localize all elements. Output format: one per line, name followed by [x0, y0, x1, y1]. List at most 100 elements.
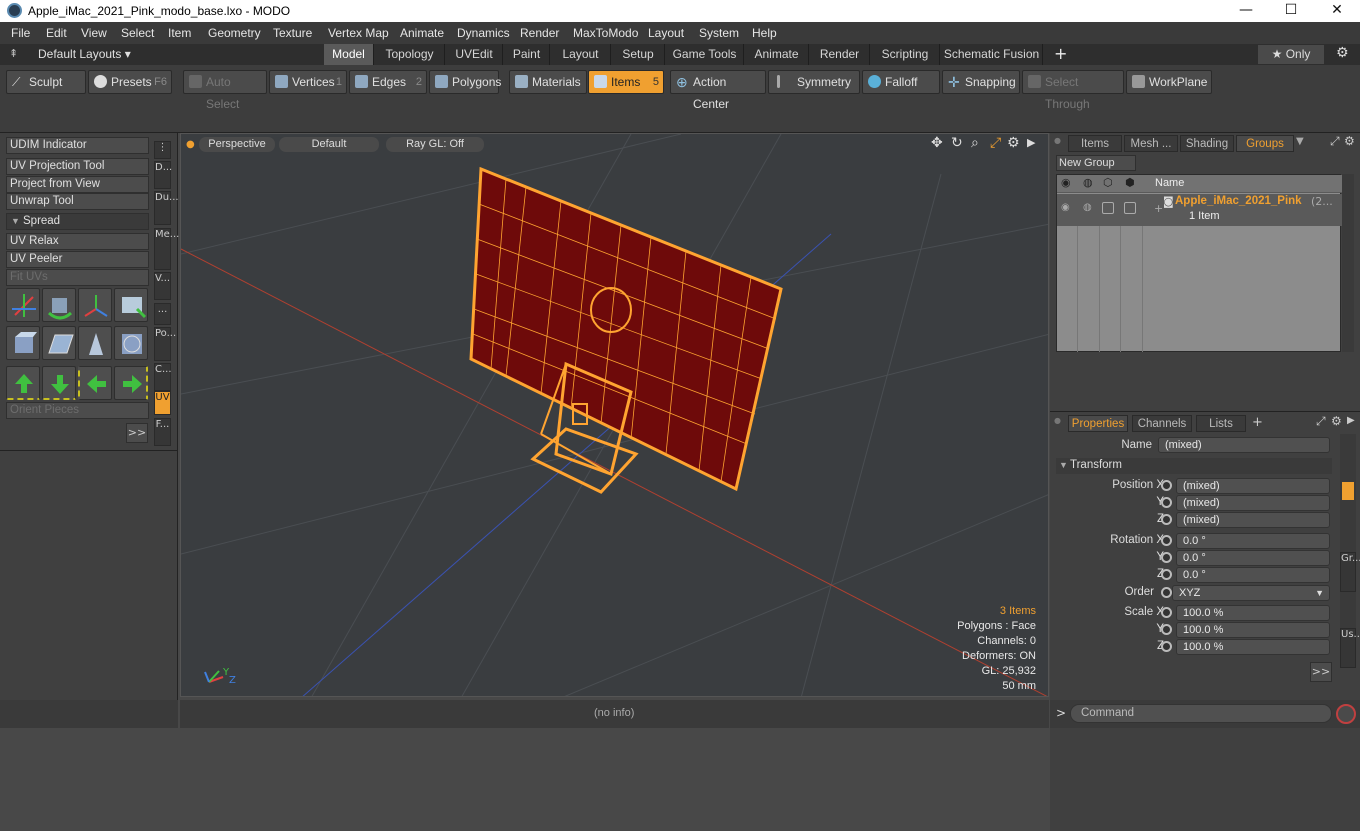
row-select-checkbox[interactable] — [1124, 202, 1136, 214]
uv-scale-icon[interactable] — [114, 288, 148, 322]
command-record-icon[interactable] — [1336, 704, 1356, 724]
side-tab-gr[interactable]: Gr... — [1340, 552, 1360, 592]
minimize-button[interactable]: — — [1223, 0, 1269, 22]
expand-plus-icon[interactable]: + — [1154, 202, 1163, 215]
side-tab-menu[interactable]: ⋮ — [154, 141, 171, 159]
menu-vertex-map[interactable]: Vertex Map — [328, 26, 389, 40]
materials-button[interactable]: Materials — [509, 70, 587, 94]
order-dropdown[interactable]: XYZ ▼ — [1172, 585, 1330, 601]
menu-layout[interactable]: Layout — [648, 26, 684, 40]
side-tab-f[interactable]: F... — [154, 418, 171, 446]
presets-button[interactable]: Presets F6 — [88, 70, 172, 94]
uv-peeler-button[interactable]: UV Peeler — [6, 251, 149, 268]
side-tab-dots[interactable]: ... — [154, 303, 171, 325]
viewport-settings-icon[interactable]: ⚙ — [1007, 135, 1020, 151]
fit-uvs-button[interactable]: Fit UVs — [6, 269, 149, 286]
rotation-y-field[interactable]: 0.0 ° — [1176, 550, 1330, 566]
spread-section[interactable]: ▼ Spread — [6, 213, 149, 230]
tab-shading[interactable]: Shading — [1180, 135, 1234, 152]
tab-animate[interactable]: Animate — [745, 44, 809, 65]
position-x-anim-dot[interactable] — [1161, 480, 1172, 491]
render-icon[interactable]: ⬡ — [1103, 176, 1113, 189]
align-down-icon[interactable] — [42, 366, 76, 400]
menu-edit[interactable]: Edit — [46, 26, 67, 40]
tab-setup[interactable]: Setup — [612, 44, 665, 65]
group-row[interactable]: ◉ ◍ + ◙ Apple_iMac_2021_Pink (2... 1 Ite… — [1057, 194, 1342, 226]
tab-schematic-fusion[interactable]: Schematic Fusion — [941, 44, 1043, 65]
rotation-x-field[interactable]: 0.0 ° — [1176, 533, 1330, 549]
side-tab-d[interactable]: D... — [154, 161, 172, 189]
3d-viewport[interactable]: ● Perspective Default Ray GL: Off ✥ ↻ ⌕ … — [180, 133, 1049, 697]
uv-rotate-icon[interactable] — [42, 288, 76, 322]
shading-dropdown[interactable]: Default — [279, 137, 379, 152]
side-tab-c[interactable]: C... — [154, 363, 172, 391]
position-x-field[interactable]: (mixed) — [1176, 478, 1330, 494]
row-render-checkbox[interactable] — [1102, 202, 1114, 214]
menu-system[interactable]: System — [699, 26, 739, 40]
project-from-view-button[interactable]: Project from View — [6, 176, 149, 193]
uv-move-icon[interactable] — [78, 288, 112, 322]
properties-menu-icon[interactable]: ● — [1054, 416, 1061, 425]
symmetry-button[interactable]: Symmetry — [768, 70, 860, 94]
menu-help[interactable]: Help — [752, 26, 777, 40]
row-eye-icon[interactable]: ◉ — [1061, 202, 1070, 213]
select-through-button[interactable]: Select Through — [1022, 70, 1124, 111]
side-tab-po[interactable]: Po... — [154, 327, 176, 361]
menu-render[interactable]: Render — [520, 26, 559, 40]
uv-transform-icon[interactable] — [6, 288, 40, 322]
auto-select-button[interactable]: Auto Select — [183, 70, 267, 111]
tab-scripting[interactable]: Scripting — [871, 44, 940, 65]
scale-z-field[interactable]: 100.0 % — [1176, 639, 1330, 655]
zoom-icon[interactable]: ⌕ — [971, 135, 979, 151]
side-tab-du[interactable]: Du... — [154, 191, 179, 225]
tab-uvedit[interactable]: UVEdit — [446, 44, 503, 65]
position-z-field[interactable]: (mixed) — [1176, 512, 1330, 528]
menu-item[interactable]: Item — [168, 26, 191, 40]
menu-select[interactable]: Select — [121, 26, 154, 40]
gear-icon[interactable]: ⚙ — [1336, 45, 1349, 61]
tab-groups[interactable]: Groups — [1236, 135, 1294, 152]
name-field[interactable]: (mixed) — [1158, 437, 1330, 453]
tab-model[interactable]: Model — [324, 44, 374, 65]
side-tab-uv[interactable]: UV — [154, 391, 171, 415]
uv-planar-projection-icon[interactable] — [42, 326, 76, 360]
tab-properties[interactable]: Properties — [1068, 415, 1128, 432]
close-button[interactable]: ✕ — [1314, 0, 1360, 22]
tab-game-tools[interactable]: Game Tools — [666, 44, 744, 65]
add-layout-tab-button[interactable]: + — [1054, 44, 1067, 63]
side-tab-us[interactable]: Us... — [1340, 628, 1360, 668]
tab-channels[interactable]: Channels — [1132, 415, 1192, 432]
scrollbar-thumb[interactable] — [1342, 482, 1354, 500]
tab-render[interactable]: Render — [810, 44, 870, 65]
new-group-button[interactable]: New Group — [1056, 155, 1136, 171]
menu-file[interactable]: File — [11, 26, 30, 40]
panel-expand-icon[interactable]: ⤢ — [1330, 134, 1340, 149]
edges-button[interactable]: Edges 2 — [349, 70, 427, 94]
menu-animate[interactable]: Animate — [400, 26, 444, 40]
uv-projection-tool-button[interactable]: UV Projection Tool — [6, 158, 149, 175]
add-properties-tab-button[interactable]: + — [1252, 415, 1263, 430]
align-right-icon[interactable] — [114, 366, 148, 400]
order-anim-dot[interactable] — [1161, 587, 1172, 598]
workplane-button[interactable]: WorkPlane — [1126, 70, 1212, 94]
scale-z-anim-dot[interactable] — [1161, 641, 1172, 652]
scale-y-anim-dot[interactable] — [1161, 624, 1172, 635]
rotation-z-field[interactable]: 0.0 ° — [1176, 567, 1330, 583]
default-layouts-dropdown[interactable]: Default Layouts ▾ — [38, 47, 131, 61]
scale-x-field[interactable]: 100.0 % — [1176, 605, 1330, 621]
action-center-button[interactable]: ⊕ Action Center — [670, 70, 766, 111]
uv-cylindrical-projection-icon[interactable] — [78, 326, 112, 360]
position-y-anim-dot[interactable] — [1161, 497, 1172, 508]
command-input[interactable]: Command — [1070, 704, 1332, 723]
menu-texture[interactable]: Texture — [273, 26, 312, 40]
snapping-button[interactable]: ✛ Snapping — [942, 70, 1020, 94]
viewport-expand-icon[interactable]: ▶ — [1027, 136, 1035, 149]
unwrap-tool-button[interactable]: Unwrap Tool — [6, 193, 149, 210]
rotation-z-anim-dot[interactable] — [1161, 569, 1172, 580]
tab-mesh[interactable]: Mesh ... — [1124, 135, 1178, 152]
visibility-eye-icon[interactable]: ◉ — [1061, 176, 1071, 189]
tab-items[interactable]: Items — [1068, 135, 1122, 152]
scale-x-anim-dot[interactable] — [1161, 607, 1172, 618]
tab-lists[interactable]: Lists — [1196, 415, 1246, 432]
uv-spherical-projection-icon[interactable] — [114, 326, 148, 360]
